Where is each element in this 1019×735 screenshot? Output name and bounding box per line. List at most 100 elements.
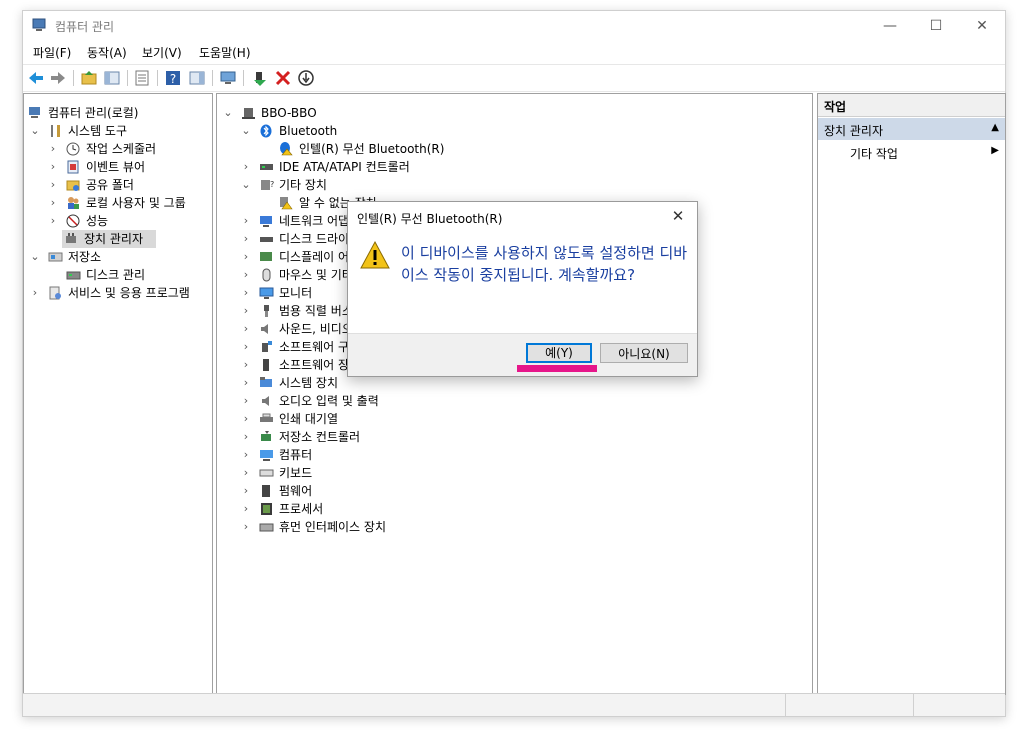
chevron-down-icon[interactable]: ⌄ [30,122,40,140]
actions-section-device-manager[interactable]: 장치 관리자 ▲ [818,118,1005,140]
chevron-down-icon[interactable]: ⌄ [241,122,251,140]
device-tree-pane: ⌄ BBO-BBO ⌄ Bluetooth 인텔(R) 무선 Bluetooth… [216,93,813,695]
users-icon [68,197,79,209]
chevron-right-icon[interactable]: › [241,500,251,518]
chevron-right-icon[interactable]: › [241,284,251,302]
actions-header: 작업 [818,94,1005,117]
chevron-right-icon[interactable]: › [241,428,251,446]
chevron-right-icon[interactable]: › [241,248,251,266]
shared-folder-icon [66,180,80,191]
chevron-down-icon[interactable]: ⌄ [223,104,233,122]
dialog-message: 이 디바이스를 사용하지 않도록 설정하면 디바이스 작동이 중지됩니다. 계속… [401,244,688,284]
computer-icon [242,108,255,119]
uninstall-x-icon[interactable] [274,69,292,87]
chevron-right-icon[interactable]: › [241,266,251,284]
dialog-title: 인텔(R) 무선 Bluetooth(R) [357,212,503,226]
disk-icon [66,271,81,280]
chevron-right-icon[interactable]: › [48,194,58,212]
storage-controller-icon [261,431,271,441]
chevron-right-icon[interactable]: › [48,212,58,230]
chevron-right-icon[interactable]: › [48,140,58,158]
show-hide-tree-icon[interactable] [103,69,121,87]
tree-item-device-manager[interactable]: 장치 관리자 [62,230,156,248]
minimize-button[interactable]: — [867,13,913,39]
menu-help[interactable]: 도움말(H) [199,44,251,61]
disable-device-icon[interactable] [297,69,315,87]
chevron-right-icon[interactable]: › [48,176,58,194]
properties-icon[interactable] [133,69,151,87]
chevron-right-icon[interactable]: › [241,302,251,320]
chevron-right-icon[interactable]: › [241,212,251,230]
hid-icon [259,523,274,532]
yes-button-highlight [517,365,597,372]
bluetooth-warning-icon [280,142,293,156]
chevron-right-icon[interactable]: › [241,392,251,410]
clock-icon [66,142,80,156]
yes-button[interactable]: 예(Y) [526,343,592,363]
chevron-right-icon[interactable]: › [241,482,251,500]
chevron-right-icon[interactable]: › [241,446,251,464]
menu-file[interactable]: 파일(F) [33,44,71,61]
action-more-actions[interactable]: 기타 작업 ▶ [818,143,1005,163]
software-component-icon [262,341,272,352]
chevron-right-icon[interactable]: › [241,356,251,374]
system-device-icon [260,377,272,387]
chevron-right-icon[interactable]: › [241,338,251,356]
ide-controller-icon [260,164,273,170]
chevron-right-icon[interactable]: › [241,320,251,338]
collapse-up-icon[interactable]: ▲ [991,122,999,133]
update-driver-icon[interactable] [251,69,269,87]
chevron-right-icon[interactable]: › [241,374,251,392]
performance-gauge-icon [66,214,80,228]
svg-text:?: ? [170,72,176,86]
actions-pane: 작업 장치 관리자 ▲ 기타 작업 ▶ [817,93,1006,695]
mouse-icon [262,268,271,282]
network-adapter-icon [260,216,272,227]
window-title: 컴퓨터 관리 [55,20,115,34]
chevron-right-icon[interactable]: › [241,410,251,428]
computer-management-icon [32,18,46,31]
up-folder-icon[interactable] [80,69,98,87]
computer-management-icon [29,107,40,118]
chevron-right-icon[interactable]: › [48,158,58,176]
menu-view[interactable]: 보기(V) [142,44,182,61]
display-adapter-icon [260,252,272,261]
menu-action[interactable]: 동작(A) [87,44,127,61]
chevron-right-icon[interactable]: › [241,158,251,176]
disk-drive-icon [260,237,273,242]
tools-icon [51,125,60,137]
firmware-icon [262,485,270,497]
disable-device-dialog: 인텔(R) 무선 Bluetooth(R) ✕ 이 디바이스를 사용하지 않도록… [347,201,698,377]
menu-bar: 파일(F) 동작(A) 보기(V) 도움말(H) [23,41,1005,63]
console-tree-pane: 컴퓨터 관리(로컬) ⌄ 시스템 도구 › 작업 스케줄러 › 이벤트 뷰어 ›… [23,93,213,695]
software-device-icon [263,359,269,371]
printer-icon [260,413,273,422]
show-action-pane-icon[interactable] [188,69,206,87]
chevron-right-icon[interactable]: › [241,518,251,536]
bluetooth-icon [260,124,272,138]
forward-arrow-icon[interactable] [49,69,67,87]
maximize-button[interactable]: ☐ [913,13,959,39]
back-arrow-icon[interactable] [27,69,45,87]
help-icon[interactable]: ? [164,69,182,87]
no-button[interactable]: 아니요(N) [600,343,688,363]
chevron-right-icon[interactable]: › [241,230,251,248]
title-bar: 컴퓨터 관리 — ☐ ✕ [23,11,1005,41]
chevron-down-icon[interactable]: ⌄ [30,248,40,266]
computer-icon [260,450,273,461]
keyboard-icon [259,469,274,477]
status-bar [23,693,1005,716]
event-viewer-icon [67,160,79,174]
monitor-icon[interactable] [219,69,237,87]
submenu-arrow-icon: ▶ [991,145,999,156]
unknown-device-warning-icon [280,197,293,210]
processor-icon [261,503,272,515]
chevron-down-icon[interactable]: ⌄ [241,176,251,194]
dialog-close-button[interactable]: ✕ [665,204,691,228]
usb-icon [264,305,269,317]
chevron-right-icon[interactable]: › [241,464,251,482]
storage-icon [48,252,63,262]
chevron-right-icon[interactable]: › [30,284,40,302]
close-window-button[interactable]: ✕ [959,13,1005,39]
device-manager-icon [66,233,76,243]
